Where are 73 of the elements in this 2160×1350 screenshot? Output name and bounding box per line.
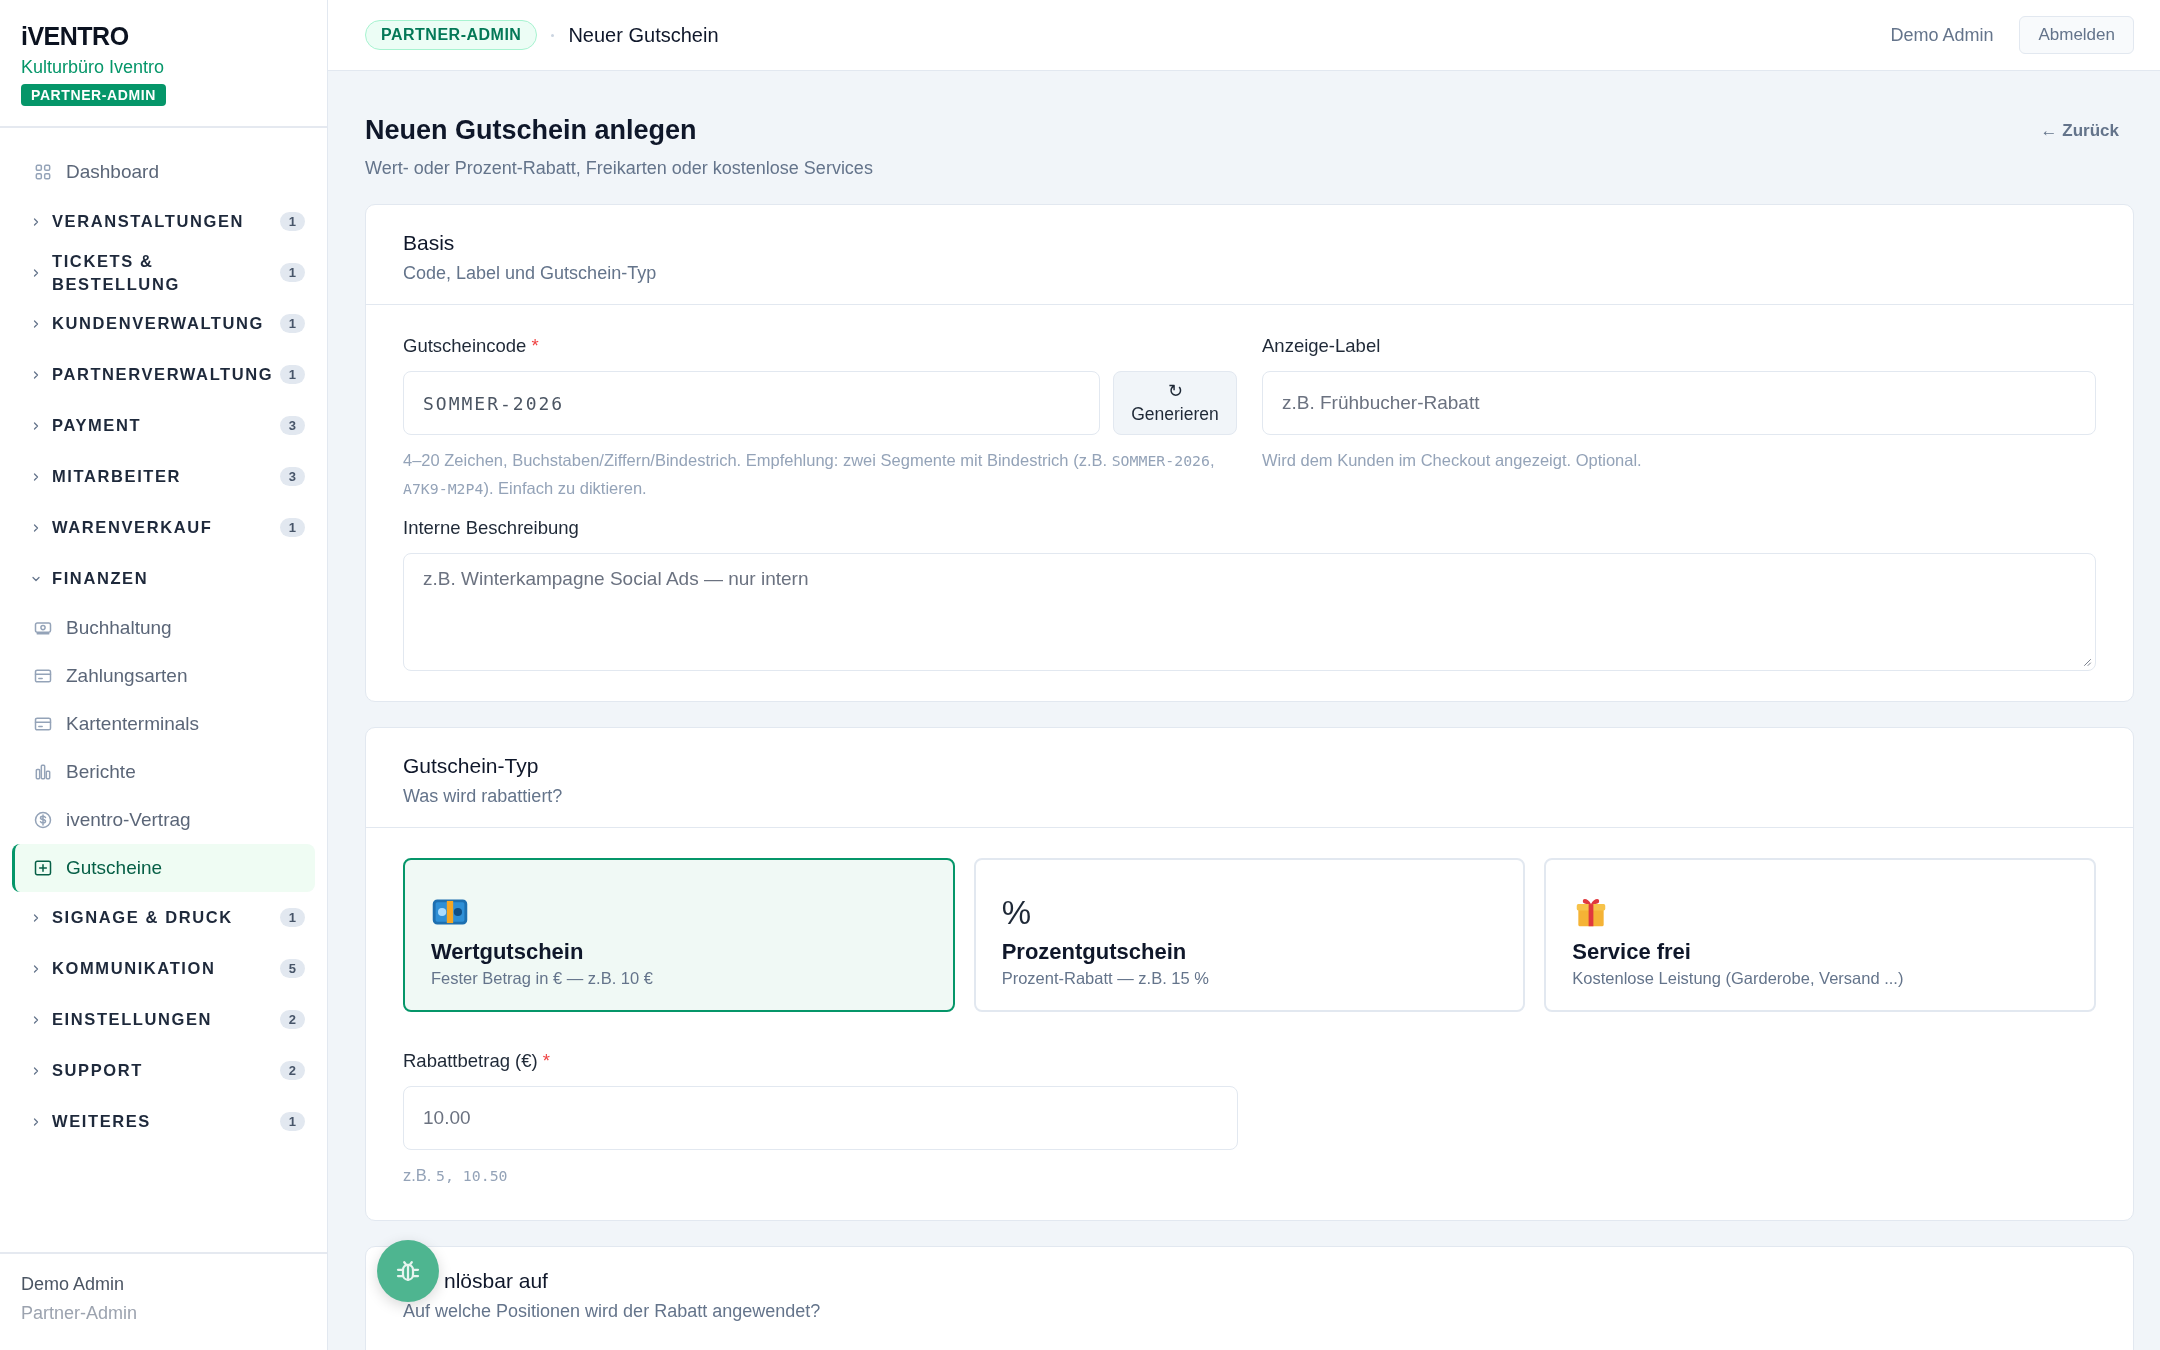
amount-input[interactable]: 10.00 bbox=[403, 1086, 1238, 1150]
bar-chart-icon bbox=[33, 762, 53, 782]
field-label: Rabattbetrag (€) bbox=[403, 1050, 538, 1071]
card-title: Gutschein-Typ bbox=[403, 754, 540, 778]
logo[interactable]: iVENTRO bbox=[21, 22, 129, 51]
description-textarea[interactable]: z.B. Winterkampagne Social Ads — nur intern bbox=[403, 553, 2096, 671]
count-badge: 1 bbox=[279, 314, 305, 333]
card-icon bbox=[33, 666, 53, 686]
count-badge: 1 bbox=[279, 1112, 305, 1131]
help-text: z.B. 5, 10.50 bbox=[403, 1165, 509, 1187]
percent-symbol: % bbox=[1001, 895, 1031, 931]
user-name: Demo Admin bbox=[1890, 24, 1994, 46]
card-subtitle: Code, Label und Gutschein-Typ bbox=[403, 263, 658, 284]
nav-item[interactable]: Dashboard bbox=[12, 148, 315, 196]
logout-button[interactable]: Abmelden bbox=[2019, 16, 2134, 54]
count-badge: 1 bbox=[279, 518, 305, 537]
count-badge: 2 bbox=[279, 1010, 305, 1029]
type-option[interactable]: Service frei Kostenlose Leistung (Garderobe, Versand ...) bbox=[1544, 858, 2096, 1012]
nav-item[interactable]: Berichte bbox=[12, 748, 315, 796]
nav-section[interactable]: SIGNAGE & DRUCK 1 bbox=[12, 892, 315, 943]
nav-section[interactable]: SUPPORT 2 bbox=[12, 1045, 315, 1096]
help-text: Wird dem Kunden im Checkout angezeigt. Optional. bbox=[1262, 450, 1643, 471]
nav-item[interactable]: Buchhaltung bbox=[12, 604, 315, 652]
back-link[interactable]: ← Zurück bbox=[2040, 121, 2119, 141]
user-role: Partner-Admin bbox=[21, 1303, 139, 1324]
grid-icon bbox=[33, 162, 53, 182]
nav-section[interactable]: WEITERES 1 bbox=[12, 1096, 315, 1147]
type-option[interactable]: Wertgutschein Fester Betrag in € — z.B. 10 € bbox=[403, 858, 955, 1012]
card-title: Basis bbox=[403, 231, 456, 255]
label-input[interactable]: z.B. Frühbucher-Rabatt bbox=[1262, 371, 2096, 435]
card-subtitle: Auf welche Positionen wird der Rabatt angewendet? bbox=[403, 1301, 822, 1322]
nav-section[interactable]: KOMMUNIKATION 5 bbox=[12, 943, 315, 994]
nav-section[interactable]: PAYMENT 3 bbox=[12, 400, 315, 451]
field-label: Anzeige-Label bbox=[1262, 335, 1381, 356]
count-badge: 2 bbox=[279, 1061, 305, 1080]
card-icon bbox=[33, 714, 53, 734]
count-badge: 1 bbox=[279, 212, 305, 231]
nav-section[interactable]: KUNDENVERWALTUNG 1 bbox=[12, 298, 315, 349]
breadcrumb-title: Neuer Gutschein bbox=[568, 23, 719, 47]
nav-section[interactable]: MITARBEITER 3 bbox=[12, 451, 315, 502]
nav-section[interactable]: TICKETS & BESTELLUNG 1 bbox=[12, 247, 315, 298]
card-subtitle: Was wird rabattiert? bbox=[403, 786, 564, 807]
nav-section[interactable]: FINANZEN bbox=[12, 553, 315, 604]
nav-section[interactable]: WARENVERKAUF 1 bbox=[12, 502, 315, 553]
card-title: nlösbar auf bbox=[444, 1269, 549, 1293]
required-marker: * bbox=[531, 335, 539, 356]
help-text: 4–20 Zeichen, Buchstaben/Ziffern/Bindestrich. Empfehlung: zwei Segmente mit Bindestrich (z.B. SOMMER-2026, A7K9-M2P4). Einfach zu diktieren. bbox=[403, 450, 1216, 500]
role-badge: PARTNER-ADMIN bbox=[21, 84, 166, 106]
page-title: Neuen Gutschein anlegen bbox=[365, 115, 698, 146]
nav-section[interactable]: PARTNERVERWALTUNG 1 bbox=[12, 349, 315, 400]
count-badge: 1 bbox=[279, 365, 305, 384]
nav-item[interactable]: Kartenterminals bbox=[12, 700, 315, 748]
nav-section[interactable]: EINSTELLUNGEN 2 bbox=[12, 994, 315, 1045]
field-label: Gutscheincode bbox=[403, 335, 527, 356]
type-option[interactable]: % Prozentgutschein Prozent-Rabatt — z.B. 15 % bbox=[973, 858, 1526, 1012]
count-badge: 3 bbox=[279, 467, 305, 486]
generate-button[interactable]: ↻ Generieren bbox=[1113, 371, 1237, 435]
nav-item[interactable]: Zahlungsarten bbox=[12, 652, 315, 700]
code-input[interactable]: SOMMER-2026 bbox=[403, 371, 1100, 435]
count-badge: 1 bbox=[279, 908, 305, 927]
required-marker: * bbox=[542, 1050, 551, 1071]
nav-item[interactable]: Gutscheine bbox=[12, 844, 315, 892]
role-badge: PARTNER-ADMIN bbox=[365, 20, 538, 50]
user-name: Demo Admin bbox=[21, 1274, 126, 1295]
nav-section[interactable]: VERANSTALTUNGEN 1 bbox=[12, 196, 315, 247]
dollar-icon bbox=[33, 810, 53, 830]
page-subtitle: Wert- oder Prozent-Rabatt, Freikarten oder kostenlose Services bbox=[365, 158, 873, 179]
organization-name: Kulturbüro Iventro bbox=[21, 57, 165, 78]
field-label: Interne Beschreibung bbox=[403, 517, 579, 538]
count-badge: 5 bbox=[279, 959, 305, 978]
count-badge: 3 bbox=[279, 416, 305, 435]
nav-item[interactable]: iventro-Vertrag bbox=[12, 796, 315, 844]
count-badge: 1 bbox=[279, 263, 305, 282]
